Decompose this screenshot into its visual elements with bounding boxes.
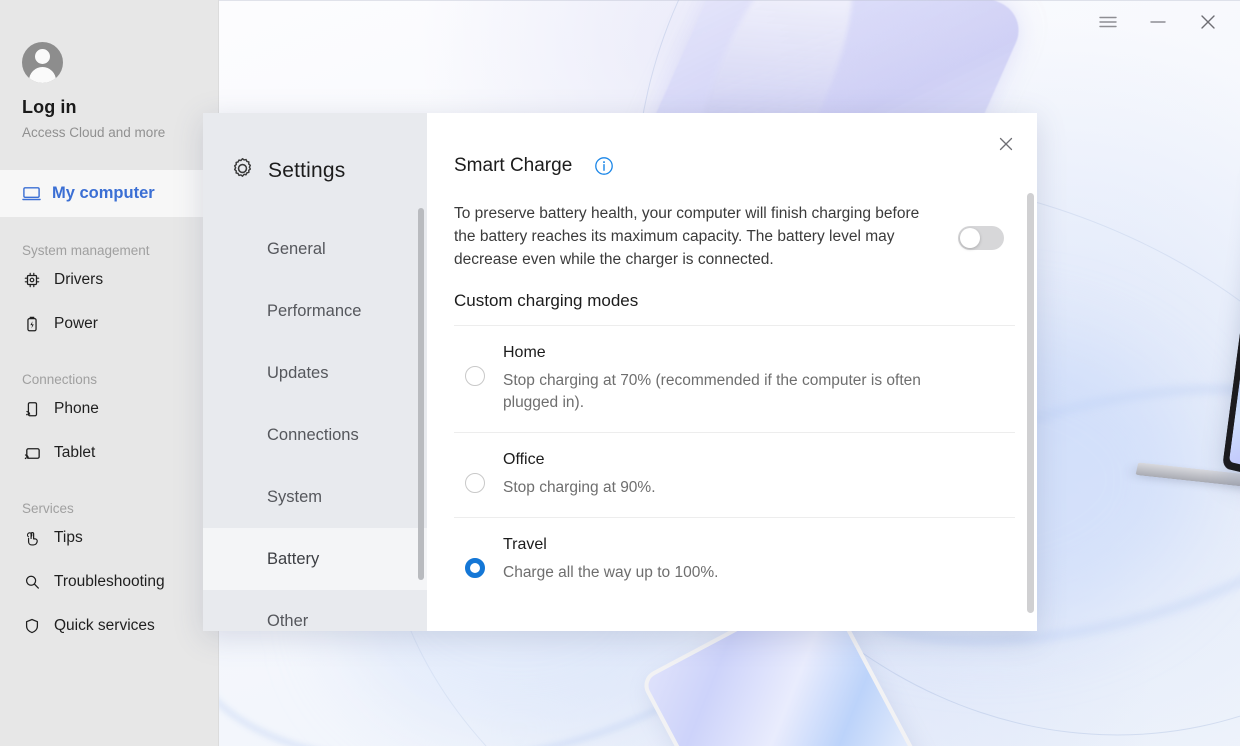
charging-mode-office-description: Stop charging at 90%. [503,479,656,496]
charging-modes-list: Home Stop charging at 70% (recommended i… [454,325,1037,602]
sidebar-item-tips-label: Tips [54,529,83,546]
settings-item-battery-label: Battery [267,549,320,568]
radio-travel[interactable] [465,558,485,578]
charging-mode-home-description: Stop charging at 70% (recommended if the… [503,372,921,411]
sidebar-item-tablet[interactable]: Tablet [0,431,218,475]
settings-item-connections[interactable]: Connections [203,404,427,466]
settings-item-updates-label: Updates [267,363,329,382]
phone-cast-icon [22,399,42,419]
sidebar-item-troubleshooting-label: Troubleshooting [54,573,165,590]
hamburger-menu-icon[interactable] [1086,6,1130,38]
settings-nav-pane: Settings General Performance Updates Con… [203,113,427,631]
radio-home[interactable] [465,366,485,386]
tablet-cast-icon [22,443,42,463]
sidebar-item-power[interactable]: Power [0,302,218,346]
dialog-close-icon[interactable] [989,127,1023,161]
smart-charge-toggle[interactable] [958,226,1004,250]
settings-item-system[interactable]: System [203,466,427,528]
gear-icon [230,156,255,186]
settings-item-updates[interactable]: Updates [203,342,427,404]
sidebar-item-quick-services[interactable]: Quick services [0,604,218,648]
window-top-border [219,0,1240,1]
smart-charge-header: Smart Charge [454,155,1037,177]
settings-item-general[interactable]: General [203,218,427,280]
sidebar-item-power-label: Power [54,315,98,332]
user-avatar-icon [22,42,63,83]
charging-mode-option-home[interactable]: Home Stop charging at 70% (recommended i… [454,325,1015,432]
settings-content-pane: Smart Charge To preserve battery health,… [427,113,1037,631]
settings-item-other[interactable]: Other [203,590,427,631]
magnifier-icon [22,572,42,592]
monitor-icon [22,184,41,203]
close-icon[interactable] [1186,6,1230,38]
charging-mode-home-label: Home [503,344,546,361]
smart-charge-toggle-knob [960,228,980,248]
sidebar-item-phone[interactable]: Phone [0,387,218,431]
charging-mode-option-office[interactable]: Office Stop charging at 90%. [454,432,1015,517]
hand-tap-icon [22,528,42,548]
sidebar-item-tips[interactable]: Tips [0,516,218,560]
custom-charging-modes-title: Custom charging modes [454,291,639,310]
minimize-icon[interactable] [1136,6,1180,38]
settings-item-connections-label: Connections [267,425,359,444]
application-window: Log in Access Cloud and more My computer… [0,0,1240,746]
sidebar-item-drivers-label: Drivers [54,271,104,288]
settings-nav-list: General Performance Updates Connections … [203,218,427,631]
login-label: Log in [22,97,77,117]
sidebar-item-troubleshooting[interactable]: Troubleshooting [0,560,218,604]
charging-mode-travel-description: Charge all the way up to 100%. [503,564,719,581]
login-subtitle: Access Cloud and more [22,125,166,140]
charging-mode-travel-label: Travel [503,536,547,553]
window-controls [1086,6,1230,38]
info-circle-icon[interactable] [594,156,614,176]
charging-mode-office-label: Office [503,451,545,468]
charging-mode-option-travel[interactable]: Travel Charge all the way up to 100%. [454,517,1015,602]
smart-charge-description: To preserve battery health, your compute… [454,205,920,268]
sidebar-group-title-connections: Connections [22,372,98,387]
shield-icon [22,616,42,636]
sidebar-item-my-computer[interactable]: My computer [0,170,218,217]
settings-dialog: Settings General Performance Updates Con… [203,113,1037,631]
settings-item-performance-label: Performance [267,301,362,320]
sidebar-item-phone-label: Phone [54,400,99,417]
sidebar-item-tablet-label: Tablet [54,444,96,461]
sidebar-item-drivers[interactable]: Drivers [0,258,218,302]
profile-block[interactable]: Log in Access Cloud and more [0,0,218,140]
battery-bolt-icon [22,314,42,334]
sidebar-item-my-computer-label: My computer [52,184,155,202]
page-title: Smart Charge [454,155,573,176]
chip-icon [22,270,42,290]
sidebar-item-quick-services-label: Quick services [54,617,155,634]
settings-header: Settings [203,113,427,186]
smart-charge-description-row: To preserve battery health, your compute… [454,202,1037,271]
settings-item-performance[interactable]: Performance [203,280,427,342]
settings-item-system-label: System [267,487,323,506]
settings-title: Settings [268,159,346,182]
sidebar: Log in Access Cloud and more My computer… [0,0,219,746]
sidebar-group-title-system-management: System management [22,243,150,258]
settings-item-general-label: General [267,239,326,258]
settings-nav-scrollbar[interactable] [418,208,424,580]
settings-item-other-label: Other [267,611,309,630]
settings-item-battery[interactable]: Battery [203,528,427,590]
sidebar-group-title-services: Services [22,501,74,516]
content-scrollbar[interactable] [1027,193,1034,613]
radio-office[interactable] [465,473,485,493]
